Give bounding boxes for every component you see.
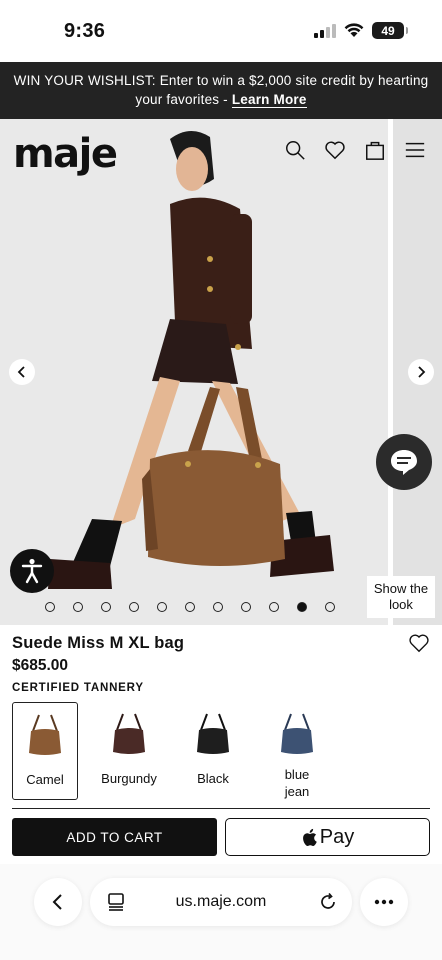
battery-level: 49 [381, 23, 395, 38]
gallery-dot[interactable] [157, 602, 167, 612]
accessibility-icon [21, 558, 43, 584]
reload-icon[interactable] [318, 892, 338, 912]
next-image-button[interactable] [408, 359, 434, 385]
color-label: Camel [26, 772, 64, 787]
divider [12, 808, 430, 809]
gallery-dot[interactable] [73, 602, 83, 612]
browser-toolbar: us.maje.com [0, 864, 442, 960]
learn-more-link[interactable]: Learn More [231, 92, 307, 108]
ellipsis-icon [374, 899, 394, 905]
gallery-dot[interactable] [129, 602, 139, 612]
product-price: $685.00 [12, 657, 69, 674]
heart-icon[interactable] [324, 139, 346, 161]
status-icons: 49 [314, 22, 408, 39]
product-image-gallery[interactable]: maje Show the look [0, 119, 442, 625]
chat-bubble-icon [391, 450, 417, 475]
address-bar[interactable]: us.maje.com [90, 878, 352, 926]
search-icon[interactable] [284, 139, 306, 161]
browser-back-button[interactable] [34, 878, 82, 926]
color-label: Burgundy [101, 771, 157, 786]
show-the-look-button[interactable]: Show the look [367, 576, 435, 618]
certified-badge: CERTIFIED TANNERY [12, 682, 144, 694]
cellular-signal-icon [314, 23, 336, 38]
gallery-dot[interactable] [297, 602, 307, 612]
gallery-dot[interactable] [241, 602, 251, 612]
color-label: blue jean [284, 767, 310, 799]
gallery-dot[interactable] [185, 602, 195, 612]
wifi-icon [344, 23, 364, 37]
previous-image-button[interactable] [9, 359, 35, 385]
promo-banner: WIN YOUR WISHLIST: Enter to win a $2,000… [0, 62, 442, 119]
bag-thumbnail [197, 713, 229, 754]
color-swatch-black[interactable]: Black [180, 702, 246, 800]
color-swatches: Camel Burgundy Black blue jean [12, 702, 348, 800]
product-photo [0, 119, 442, 625]
color-label: Black [197, 771, 229, 786]
gallery-dot[interactable] [325, 602, 335, 612]
apple-logo-icon [302, 828, 317, 846]
chevron-left-icon [17, 366, 25, 378]
color-swatch-burgundy[interactable]: Burgundy [96, 702, 162, 800]
chat-button[interactable] [376, 434, 432, 490]
bag-icon[interactable] [364, 139, 386, 161]
promo-text: WIN YOUR WISHLIST: Enter to win a $2,000… [13, 73, 429, 107]
apple-pay-label: Pay [319, 825, 355, 848]
bag-thumbnail [281, 713, 313, 754]
accessibility-button[interactable] [10, 549, 54, 593]
color-swatch-blue-jean[interactable]: blue jean [264, 702, 330, 800]
gallery-dot[interactable] [213, 602, 223, 612]
apple-pay-button[interactable]: Pay [225, 818, 430, 856]
gallery-dot[interactable] [45, 602, 55, 612]
brand-logo[interactable]: maje [13, 131, 118, 177]
product-name: Suede Miss M XL bag [12, 634, 185, 652]
color-swatch-camel[interactable]: Camel [12, 702, 78, 800]
battery-icon: 49 [372, 22, 408, 39]
wishlist-heart-icon[interactable] [408, 632, 430, 654]
gallery-pagination [45, 602, 335, 612]
add-to-cart-button[interactable]: ADD TO CART [12, 818, 217, 856]
more-options-button[interactable] [360, 878, 408, 926]
gallery-dot[interactable] [269, 602, 279, 612]
bag-thumbnail [113, 713, 145, 754]
bag-thumbnail [29, 714, 61, 755]
status-time: 9:36 [64, 20, 106, 42]
status-bar: 9:36 49 [0, 0, 442, 62]
gallery-dot[interactable] [101, 602, 111, 612]
url-text: us.maje.com [175, 893, 267, 910]
header-icons [284, 139, 426, 161]
chevron-left-icon [52, 894, 62, 910]
menu-icon[interactable] [404, 139, 426, 161]
chevron-right-icon [418, 366, 426, 378]
